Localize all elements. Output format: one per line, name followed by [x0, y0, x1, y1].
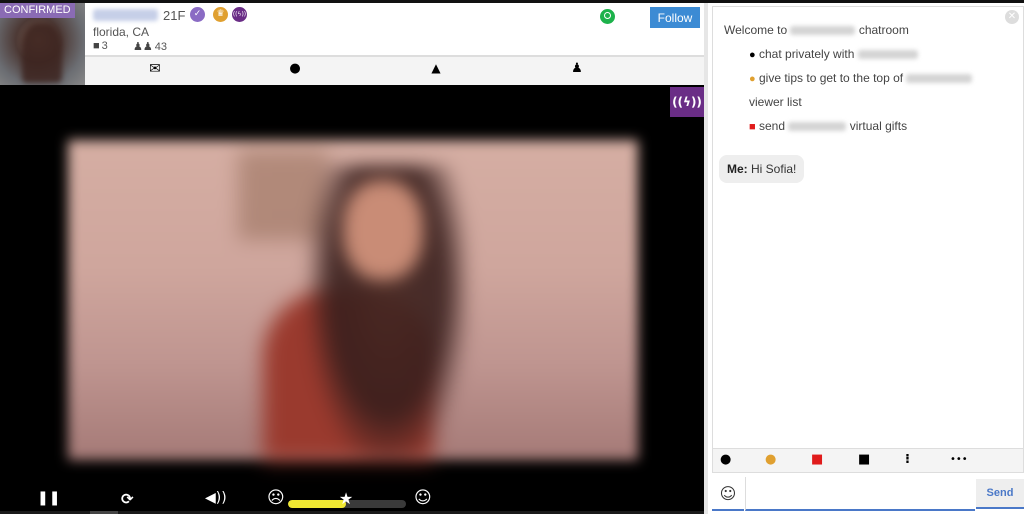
close-icon[interactable]: ✕	[1005, 10, 1019, 24]
broadcaster-name-blurred	[790, 26, 856, 36]
chat-message-bubble: Me: Hi Sofia!	[719, 155, 805, 183]
video-controls: ❚❚ ⟳ ◀)) ☹ ★ ☺	[0, 485, 704, 514]
tip-coins-icon[interactable]: ●	[765, 452, 776, 467]
private-chat-icon[interactable]: ●	[720, 452, 731, 467]
star-icon[interactable]: ★	[339, 489, 353, 508]
rating-fill	[288, 500, 346, 508]
split-icon[interactable]: ⁝	[905, 452, 910, 467]
gift-icon[interactable]: ■	[811, 452, 823, 467]
broadcaster-name-blurred[interactable]	[93, 9, 158, 21]
follower-count[interactable]: ♟♟ 43	[133, 40, 167, 53]
sad-face-icon[interactable]: ☹	[267, 488, 285, 508]
happy-face-icon[interactable]: ☺	[414, 488, 432, 508]
chat-messages: ✕ Welcome to chatroom ● chat privately w…	[712, 6, 1024, 449]
age-gender: 21F	[163, 8, 186, 23]
group-icon: ♟♟	[133, 41, 153, 53]
chat-panel: ✕ Welcome to chatroom ● chat privately w…	[704, 3, 1024, 514]
verified-icon: ✓	[190, 7, 205, 22]
refresh-icon[interactable]: ⟳	[121, 490, 134, 508]
gift-icon: ■	[749, 121, 756, 133]
webcam-live-icon	[600, 9, 615, 24]
more-icon[interactable]: •••	[950, 454, 968, 465]
volume-icon[interactable]: ◀))	[205, 490, 227, 506]
photo-count[interactable]: ■ 3	[93, 40, 108, 52]
viewer-list-line: viewer list	[749, 95, 802, 109]
chat-input-row: ☺ Send	[712, 477, 1024, 511]
private-chat-line: ● chat privately with	[749, 47, 918, 61]
send-button[interactable]: Send	[976, 479, 1024, 509]
confirmed-badge: CONFIRMED	[0, 3, 75, 18]
crown-icon: ♛	[213, 7, 228, 22]
camera-icon: ■	[93, 40, 100, 52]
profile-header: 21F ✓ ♛ ((ϟ)) florida, CA ■ 3 ♟♟ 43 Follow	[85, 3, 704, 55]
user-add-icon[interactable]: ♟	[565, 61, 589, 81]
wink-emoji-icon[interactable]: ●	[283, 61, 307, 81]
chat-toolbar: ● ● ■ ■ ⁝ •••	[712, 449, 1024, 473]
video-player[interactable]: ((ϟ))	[0, 85, 704, 514]
signal-icon: ((ϟ))	[232, 7, 247, 22]
camera-icon[interactable]: ■	[858, 452, 870, 467]
broadcast-signal-button[interactable]: ((ϟ))	[670, 87, 704, 117]
mail-icon[interactable]: ✉	[143, 61, 167, 81]
private-chat-icon: ●	[749, 49, 756, 61]
video-stream-blurred	[68, 140, 638, 465]
welcome-message: Welcome to chatroom	[724, 23, 909, 37]
tip-coins-icon: ●	[749, 73, 756, 85]
tips-line: ● give tips to get to the top of	[749, 71, 973, 85]
fire-icon[interactable]: ▲	[424, 61, 448, 81]
gifts-line: ■ send virtual gifts	[749, 119, 908, 133]
profile-tabs: ✉ ● ▲ ♟	[85, 55, 704, 85]
pause-icon[interactable]: ❚❚	[37, 490, 60, 506]
location: florida, CA	[93, 25, 150, 39]
follow-button[interactable]: Follow	[650, 7, 700, 28]
emoji-icon[interactable]: ☺	[712, 477, 744, 511]
chat-input[interactable]	[745, 477, 975, 511]
